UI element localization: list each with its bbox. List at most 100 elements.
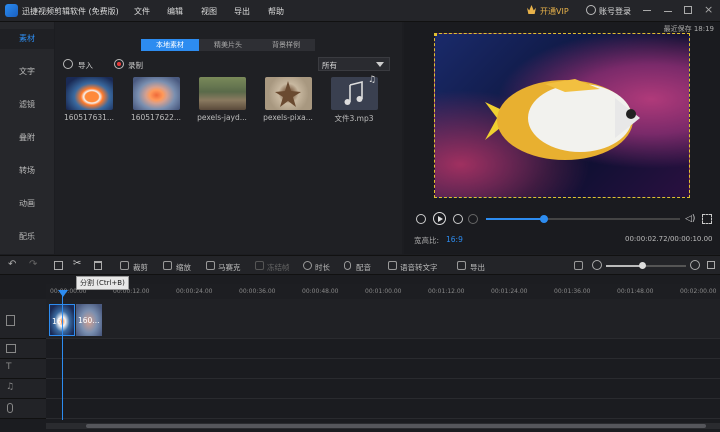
title-bar: 迅捷视频剪辑软件 (免费版) 文件 编辑 视图 导出 帮助 开通VIP 账号登录…	[0, 0, 720, 22]
track-head-text: T	[0, 359, 46, 379]
zoom-slider[interactable]	[606, 262, 686, 269]
zoom-out-icon[interactable]	[592, 260, 602, 270]
menu-file[interactable]: 文件	[134, 6, 150, 17]
scrollbar-thumb[interactable]	[86, 424, 706, 428]
maximize-icon[interactable]	[684, 6, 692, 14]
next-frame-icon[interactable]	[453, 214, 463, 224]
ruler-tick: 00:01:12.00	[428, 288, 465, 295]
menu-view[interactable]: 视图	[201, 6, 217, 17]
mosaic-icon	[206, 261, 215, 270]
crop-icon	[120, 261, 129, 270]
microphone-icon	[344, 261, 351, 270]
media-thumb-2[interactable]	[133, 77, 180, 110]
stop-icon[interactable]	[468, 214, 478, 224]
ruler-tick: 00:01:36.00	[554, 288, 591, 295]
menu-help[interactable]: 帮助	[268, 6, 284, 17]
sidebar-item-material[interactable]: 素材	[0, 29, 54, 49]
playback-progress	[486, 218, 545, 220]
crop-button[interactable]: 裁剪	[133, 262, 148, 273]
sidebar-item-music[interactable]: 配乐	[0, 227, 54, 247]
media-label-3: pexels-jayd...	[197, 113, 247, 122]
pip-track-icon	[6, 344, 16, 353]
sidebar-item-animation[interactable]: 动画	[0, 194, 54, 214]
prev-frame-icon[interactable]	[416, 214, 426, 224]
timeline-clip-2[interactable]: 160...	[76, 304, 102, 336]
voice-track[interactable]	[46, 399, 720, 419]
playhead-handle[interactable]	[58, 290, 68, 297]
music-track[interactable]	[46, 379, 720, 399]
tab-intros[interactable]: 精美片头	[199, 39, 257, 51]
text-track-icon: T	[6, 362, 12, 372]
record-button[interactable]: 录制	[128, 60, 143, 71]
undo-icon[interactable]: ↶	[8, 259, 16, 270]
ruler-tick: 00:01:24.00	[491, 288, 528, 295]
media-thumb-1[interactable]	[66, 77, 113, 110]
sidebar-item-filter[interactable]: 滤镜	[0, 95, 54, 115]
minimize-icon[interactable]	[664, 11, 672, 12]
filter-value: 所有	[322, 61, 337, 70]
media-label-1: 160517631...	[63, 113, 115, 122]
menu-export[interactable]: 导出	[234, 6, 250, 17]
media-thumb-3[interactable]	[199, 77, 246, 110]
timeline-scrollbar[interactable]	[46, 423, 720, 429]
export-button[interactable]: 导出	[470, 262, 485, 273]
pip-track[interactable]	[46, 339, 720, 359]
login-button[interactable]: 账号登录	[599, 6, 631, 17]
edit-toolbar: ↶ ↷ ✂ 裁剪 缩放 马赛克 冻结帧 时长 配音 语音转文字 导出	[0, 255, 720, 275]
vip-button[interactable]: 开通VIP	[540, 6, 569, 17]
tab-backgrounds[interactable]: 背景样例	[257, 39, 315, 51]
zoom-icon	[163, 261, 172, 270]
menu-edit[interactable]: 编辑	[167, 6, 183, 17]
menu-icon[interactable]	[643, 10, 651, 11]
sidebar-item-overlay[interactable]: 叠附	[0, 128, 54, 148]
duration-icon	[303, 261, 312, 270]
media-thumb-4[interactable]	[265, 77, 312, 110]
speech-to-text-button[interactable]: 语音转文字	[400, 262, 438, 273]
preview-panel: 最近保存 18:19 ◁) 宽高比: 16:9 00:00:02.72/00:0…	[404, 22, 720, 254]
sidebar-item-text[interactable]: 文字	[0, 62, 54, 82]
import-button[interactable]: 导入	[78, 60, 93, 71]
playhead[interactable]	[62, 292, 63, 420]
text-track[interactable]	[46, 359, 720, 379]
timeline-ruler[interactable]: 00:00:00.00 00:00:12.00 00:00:24.00 00:00:3…	[46, 284, 720, 299]
play-icon[interactable]	[433, 212, 446, 225]
zoom-handle[interactable]	[639, 262, 646, 269]
zoom-button[interactable]: 缩放	[176, 262, 191, 273]
video-preview[interactable]	[434, 33, 690, 198]
playback-handle[interactable]	[540, 215, 549, 223]
zoom-in-icon[interactable]	[690, 260, 700, 270]
timeline-tracks: 16 160... T ♫	[0, 299, 720, 432]
user-icon	[586, 5, 596, 15]
video-track[interactable]	[46, 299, 720, 339]
media-panel: 本地素材 精美片头 背景样例 导入 录制 所有 160517631... 160…	[55, 22, 402, 254]
sidebar-item-transition[interactable]: 转场	[0, 161, 54, 181]
freeze-icon	[255, 261, 264, 270]
voiceover-button[interactable]: 配音	[356, 262, 371, 273]
edit-icon[interactable]	[54, 261, 63, 270]
redo-icon[interactable]: ↷	[29, 259, 37, 270]
mic-track-icon	[7, 403, 13, 413]
fit-icon[interactable]	[574, 261, 583, 270]
chevron-down-icon	[376, 62, 384, 67]
playback-track[interactable]	[486, 215, 680, 223]
time-current: 00:00:02.72	[625, 235, 668, 243]
fullscreen-icon[interactable]	[702, 214, 712, 224]
volume-icon[interactable]: ◁)	[685, 214, 695, 224]
tab-local-media[interactable]: 本地素材	[141, 39, 199, 51]
track-head-music: ♫	[0, 379, 46, 399]
close-icon[interactable]: ×	[704, 3, 713, 16]
track-head-pip	[0, 339, 46, 359]
aspect-value[interactable]: 16:9	[446, 235, 463, 244]
timeline-fullscreen-icon[interactable]	[707, 261, 715, 269]
freeze-button[interactable]: 冻结帧	[267, 262, 290, 273]
duration-button[interactable]: 时长	[315, 262, 330, 273]
media-label-5: 文件3.mp3	[334, 114, 374, 123]
split-tooltip: 分割 (Ctrl+B)	[76, 276, 129, 290]
ruler-tick: 00:00:36.00	[239, 288, 276, 295]
mosaic-button[interactable]: 马赛克	[218, 262, 241, 273]
ruler-tick: 00:02:00.00	[680, 288, 717, 295]
delete-icon[interactable]	[94, 261, 102, 270]
music-track-icon: ♫	[6, 382, 15, 392]
split-icon[interactable]: ✂	[73, 258, 81, 269]
filter-select[interactable]: 所有	[318, 57, 390, 71]
